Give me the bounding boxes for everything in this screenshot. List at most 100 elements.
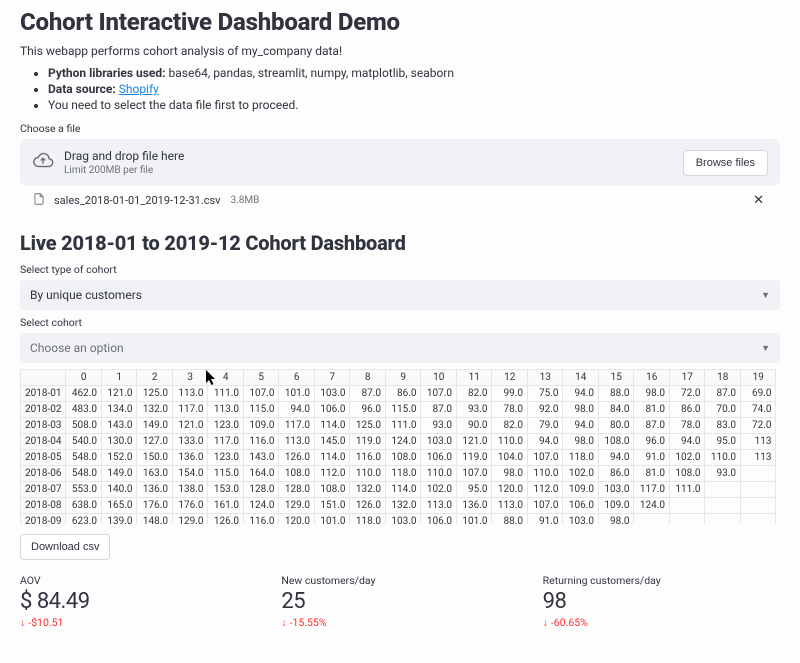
download-csv-button[interactable]: Download csv bbox=[20, 534, 110, 560]
dashboard-title: Live 2018-01 to 2019-12 Cohort Dashboard bbox=[20, 231, 780, 255]
table-cell: 91.0 bbox=[527, 514, 563, 525]
table-cell: 113.0 bbox=[492, 498, 528, 514]
select-cohort-label: Select cohort bbox=[20, 316, 780, 329]
table-cell: 94.0 bbox=[563, 386, 599, 402]
table-cell: 106.0 bbox=[421, 514, 457, 525]
chevron-down-icon: ▼ bbox=[761, 343, 770, 354]
table-cell: 93.0 bbox=[705, 466, 741, 482]
remove-file-button[interactable]: ✕ bbox=[749, 192, 768, 209]
table-cell: 127.0 bbox=[137, 434, 173, 450]
cohort-select[interactable]: Choose an option ▼ bbox=[20, 333, 780, 363]
list-item: You need to select the data file first t… bbox=[48, 98, 780, 112]
table-cell: 107.0 bbox=[243, 386, 279, 402]
table-cell: 103.0 bbox=[385, 514, 421, 525]
table-cell: 102.0 bbox=[563, 466, 599, 482]
metric-delta: ↓ -60.65% bbox=[543, 616, 780, 629]
table-cell: 104.0 bbox=[492, 450, 528, 466]
table-col-header: 13 bbox=[527, 370, 563, 386]
table-cell: 109.0 bbox=[563, 482, 599, 498]
table-cell: 111.0 bbox=[669, 482, 705, 498]
table-cell: 125.0 bbox=[137, 386, 173, 402]
metrics-row: AOV $ 84.49 ↓ -$10.51 New customers/day … bbox=[20, 574, 780, 629]
table-col-header: 19 bbox=[740, 370, 776, 386]
table-cell: 121.0 bbox=[101, 386, 137, 402]
table-cell: 101.0 bbox=[456, 514, 492, 525]
table-cell: 128.0 bbox=[243, 482, 279, 498]
cohort-table-wrapper[interactable]: 0123456789101112131415161718192018-01462… bbox=[20, 369, 780, 524]
uploader-label: Choose a file bbox=[20, 122, 780, 135]
table-col-header: 14 bbox=[563, 370, 599, 386]
table-cell: 103.0 bbox=[314, 386, 350, 402]
table-cell: 548.0 bbox=[66, 466, 102, 482]
table-col-header: 17 bbox=[669, 370, 705, 386]
table-cell: 93.0 bbox=[421, 418, 457, 434]
table-cell: 116.0 bbox=[243, 514, 279, 525]
table-col-header: 6 bbox=[279, 370, 315, 386]
table-cell: 74.0 bbox=[740, 402, 776, 418]
table-cell: 101.0 bbox=[279, 386, 315, 402]
table-cell: 540.0 bbox=[66, 434, 102, 450]
table-row: 2018-01462.0121.0125.0113.0111.0107.0101… bbox=[21, 386, 776, 402]
table-cell: 553.0 bbox=[66, 482, 102, 498]
table-cell: 176.0 bbox=[172, 498, 208, 514]
table-cell: 95.0 bbox=[705, 434, 741, 450]
table-cell bbox=[740, 482, 776, 498]
table-cell: 132.0 bbox=[137, 402, 173, 418]
table-col-header: 4 bbox=[208, 370, 244, 386]
metric-value: $ 84.49 bbox=[20, 589, 257, 614]
table-cell: 94.0 bbox=[598, 450, 634, 466]
table-cell: 113.0 bbox=[421, 498, 457, 514]
table-cell: 149.0 bbox=[101, 466, 137, 482]
table-cell: 79.0 bbox=[527, 418, 563, 434]
file-uploader[interactable]: Drag and drop file here Limit 200MB per … bbox=[20, 139, 780, 186]
table-cell: 108.0 bbox=[314, 482, 350, 498]
table-row-header: 2018-02 bbox=[21, 402, 66, 418]
table-cell: 81.0 bbox=[634, 466, 670, 482]
uploaded-file-row: sales_2018-01-01_2019-12-31.csv 3.8MB ✕ bbox=[20, 186, 780, 215]
table-cell: 130.0 bbox=[101, 434, 137, 450]
table-cell: 120.0 bbox=[279, 514, 315, 525]
table-cell: 88.0 bbox=[492, 514, 528, 525]
table-cell: 113 bbox=[740, 450, 776, 466]
table-col-header: 12 bbox=[492, 370, 528, 386]
table-cell: 106.0 bbox=[314, 402, 350, 418]
table-cell: 110.0 bbox=[492, 434, 528, 450]
metric-new-customers: New customers/day 25 ↓ -15.55% bbox=[281, 574, 518, 629]
table-cell bbox=[740, 514, 776, 525]
table-col-header: 1 bbox=[101, 370, 137, 386]
table-cell: 115.0 bbox=[208, 466, 244, 482]
arrow-down-icon: ↓ bbox=[543, 616, 548, 629]
table-row-header: 2018-07 bbox=[21, 482, 66, 498]
browse-files-button[interactable]: Browse files bbox=[683, 150, 768, 176]
table-cell: 98.0 bbox=[563, 402, 599, 418]
table-cell: 119.0 bbox=[350, 434, 386, 450]
metric-delta: ↓ -$10.51 bbox=[20, 616, 257, 629]
table-cell: 113.0 bbox=[172, 386, 208, 402]
table-col-header: 16 bbox=[634, 370, 670, 386]
table-row: 2018-08638.0165.0176.0176.0161.0124.0129… bbox=[21, 498, 776, 514]
table-col-header: 7 bbox=[314, 370, 350, 386]
table-cell: 121.0 bbox=[172, 418, 208, 434]
table-cell: 117.0 bbox=[279, 418, 315, 434]
table-cell: 86.0 bbox=[385, 386, 421, 402]
table-cell: 138.0 bbox=[172, 482, 208, 498]
table-row: 2018-07553.0140.0136.0138.0153.0128.0128… bbox=[21, 482, 776, 498]
table-cell: 94.0 bbox=[527, 434, 563, 450]
table-cell: 98.0 bbox=[598, 514, 634, 525]
table-row: 2018-05548.0152.0150.0136.0123.0143.0126… bbox=[21, 450, 776, 466]
table-cell: 87.0 bbox=[350, 386, 386, 402]
table-row-header: 2018-05 bbox=[21, 450, 66, 466]
cohort-type-select[interactable]: By unique customers ▼ bbox=[20, 280, 780, 310]
table-cell: 129.0 bbox=[279, 498, 315, 514]
table-cell: 106.0 bbox=[421, 450, 457, 466]
table-cell: 124.0 bbox=[634, 498, 670, 514]
table-col-header: 2 bbox=[137, 370, 173, 386]
table-cell: 117.0 bbox=[634, 482, 670, 498]
table-cell: 98.0 bbox=[492, 466, 528, 482]
metric-value: 25 bbox=[281, 589, 518, 614]
table-cell: 92.0 bbox=[527, 402, 563, 418]
data-source-link[interactable]: Shopify bbox=[119, 82, 159, 96]
table-cell: 112.0 bbox=[527, 482, 563, 498]
table-cell: 110.0 bbox=[527, 466, 563, 482]
table-cell: 129.0 bbox=[172, 514, 208, 525]
